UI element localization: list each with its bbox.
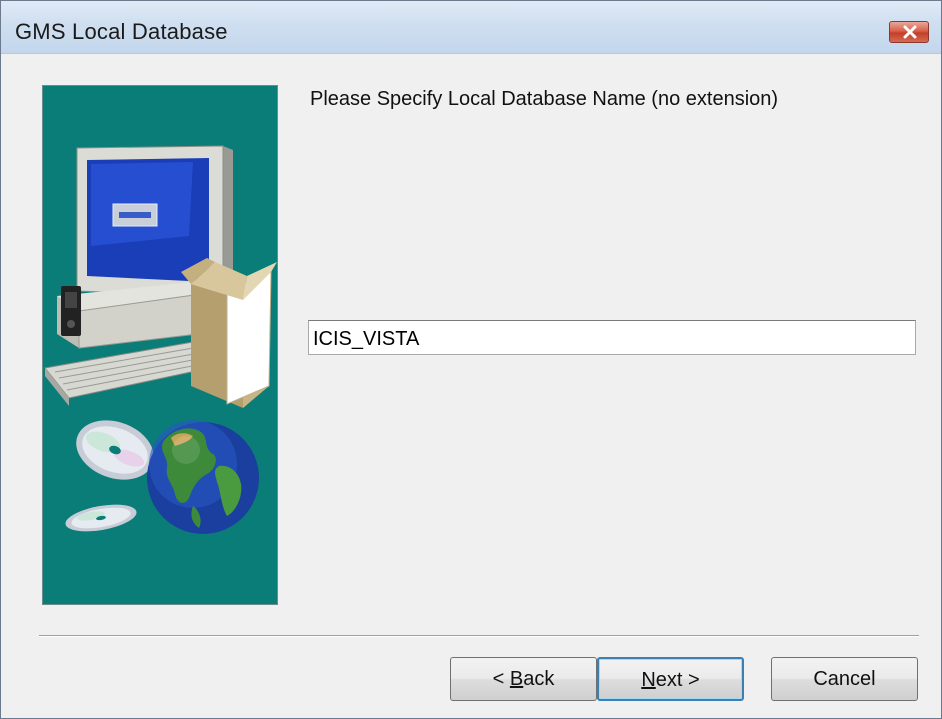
window-title: GMS Local Database bbox=[15, 19, 228, 44]
back-button-label: ack bbox=[523, 668, 555, 690]
next-button-mnemonic: N bbox=[641, 669, 656, 691]
next-button-label: ext > bbox=[655, 669, 700, 691]
wizard-illustration bbox=[42, 85, 278, 605]
globe-icon bbox=[147, 420, 259, 534]
database-name-input[interactable] bbox=[308, 320, 916, 355]
next-button[interactable]: Next > bbox=[597, 657, 744, 701]
prompt-label: Please Specify Local Database Name (no e… bbox=[310, 88, 779, 110]
box-icon bbox=[181, 258, 277, 408]
dialog-window: GMS Local Database Please Specify Local … bbox=[0, 0, 942, 719]
back-button-prefix: < bbox=[492, 668, 510, 690]
cancel-button[interactable]: Cancel bbox=[771, 657, 918, 701]
back-button-mnemonic: B bbox=[509, 668, 524, 690]
button-separator bbox=[39, 635, 919, 637]
title-bar[interactable]: GMS Local Database bbox=[1, 1, 941, 54]
back-button[interactable]: < Back bbox=[450, 657, 597, 701]
cancel-button-label: Cancel bbox=[813, 668, 876, 690]
close-button[interactable] bbox=[889, 21, 929, 43]
close-icon bbox=[903, 25, 917, 39]
